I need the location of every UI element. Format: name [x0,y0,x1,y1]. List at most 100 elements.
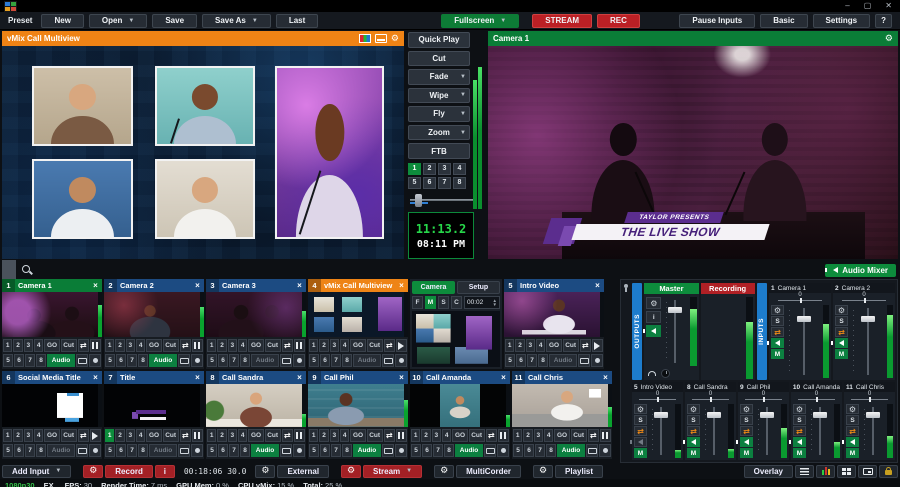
stinger-number-button[interactable]: 6 [423,177,436,189]
overlay-3-button[interactable]: 3 [228,339,237,352]
stinger-number-button[interactable]: 7 [438,177,451,189]
input-thumbnail[interactable] [512,384,612,427]
fullscreen-button[interactable]: Fullscreen▼ [441,14,519,28]
input-thumbnail[interactable] [308,292,408,337]
pan-slider[interactable]: 0 [844,392,895,402]
stream-toggle-button[interactable]: STREAM [532,14,592,28]
audio-button[interactable]: Audio [47,354,75,367]
stinger-number-button[interactable]: 1 [408,163,421,175]
overlay-6-button[interactable]: 6 [14,354,24,367]
input-header[interactable]: 10 Call Amanda × [410,371,510,384]
master-assign-button[interactable]: M [793,448,806,458]
audio-button[interactable]: Audio [557,444,585,457]
overlay-1-button[interactable]: 1 [105,339,114,352]
overlay-5-button[interactable]: 5 [105,354,115,367]
overlay-8-button[interactable]: 8 [240,354,250,367]
loop-icon[interactable] [293,354,305,367]
audio-button[interactable]: Audio [149,354,177,367]
input-header[interactable]: 8 Call Sandra × [206,371,306,384]
input-header[interactable]: 5 Intro Video × [504,279,604,292]
overlay-2-button[interactable]: 2 [515,339,524,352]
go-button[interactable]: GO [248,339,263,352]
input-thumbnail[interactable] [308,384,408,427]
record-button[interactable]: Record [105,465,153,478]
play-pause-icon[interactable] [498,429,509,442]
settings-button[interactable]: Settings [813,14,871,28]
go-button[interactable]: GO [554,429,569,442]
audio-mixer-button[interactable]: Audio Mixer [825,264,896,277]
close-input-icon[interactable]: × [591,281,604,290]
overlay-1-button[interactable]: 1 [309,429,318,442]
overlay-7-button[interactable]: 7 [527,354,537,367]
bus-assign-icon[interactable]: ⇄ [634,426,647,436]
cut-button[interactable]: Cut [61,429,77,442]
go-button[interactable]: GO [546,339,561,352]
call-camera-button[interactable]: Camera [412,281,455,294]
mode-m-button[interactable]: M [425,296,436,309]
overlay-2-button[interactable]: 2 [115,429,124,442]
overlay-6-button[interactable]: 6 [516,354,526,367]
zoom-button[interactable]: Zoom▼ [408,125,470,141]
pan-slider[interactable]: 0 [791,392,842,402]
fullscreen-monitor-icon[interactable] [178,444,190,457]
search-icon[interactable] [21,264,33,276]
cut-button[interactable]: Cut [367,339,383,352]
fullscreen-monitor-icon[interactable] [578,354,590,367]
channel-fader[interactable] [850,305,885,378]
input-header[interactable]: 6 Social Media Title × [2,371,102,384]
overlay-5-button[interactable]: 5 [309,354,319,367]
overlay-5-button[interactable]: 5 [411,444,421,457]
wipe-button[interactable]: Wipe▼ [408,88,470,104]
bus-assign-icon[interactable]: ⇄ [687,426,700,436]
overlay-2-button[interactable]: 2 [13,429,22,442]
cut-button[interactable]: Cut [408,51,470,67]
transition-arrows-icon[interactable]: ⇄ [282,339,293,352]
master-assign-button[interactable]: M [846,448,859,458]
mode-s-button[interactable]: S [438,296,449,309]
external-button[interactable]: External [277,465,329,478]
loop-icon[interactable] [591,354,603,367]
overlay-1-button[interactable]: 1 [207,339,216,352]
audio-button[interactable]: Audio [455,444,483,457]
overlay-8-button[interactable]: 8 [342,354,352,367]
overlay-5-button[interactable]: 5 [207,444,217,457]
call-setup-button[interactable]: Setup [457,281,500,294]
speaker-mute-button[interactable] [687,437,700,447]
chevron-down-icon[interactable]: ▼ [460,74,466,80]
close-input-icon[interactable]: × [497,373,510,382]
overlay-2-button[interactable]: 2 [421,429,430,442]
outputs-tab[interactable]: OUTPUTS [632,283,642,380]
save-button[interactable]: Save [152,14,197,28]
audio-button[interactable]: Audio [251,354,279,367]
cut-button[interactable]: Cut [571,429,587,442]
overlay-3-button[interactable]: 3 [126,339,135,352]
close-input-icon[interactable]: × [191,373,204,382]
channel-settings-button[interactable]: ⚙ [835,305,848,315]
solo-button[interactable]: S [634,415,647,425]
overlay-6-button[interactable]: 6 [422,444,432,457]
master-assign-button[interactable]: M [740,448,753,458]
channel-settings-button[interactable]: ⚙ [793,404,806,414]
overlay-8-button[interactable]: 8 [342,444,352,457]
ftb-button[interactable]: FTB [408,143,470,159]
overlay-6-button[interactable]: 6 [524,444,534,457]
fader-handle[interactable] [760,412,774,418]
overlay-3-button[interactable]: 3 [24,339,33,352]
duration-spinner[interactable]: 00:02▲▼ [464,296,500,309]
program-header[interactable]: Camera 1 ⚙ [488,31,898,46]
overlay-1-button[interactable]: 1 [411,429,420,442]
fader-handle[interactable] [668,307,682,313]
pan-slider[interactable]: 0 [685,392,736,402]
master-assign-button[interactable]: M [835,349,848,359]
chevron-down-icon[interactable]: ▼ [55,468,61,474]
pan-slider[interactable]: 0 [738,392,789,402]
cut-button[interactable]: Cut [265,429,281,442]
input-thumbnail[interactable] [206,384,306,427]
fade-button[interactable]: Fade▼ [408,69,470,85]
go-button[interactable]: GO [146,339,161,352]
master-fader[interactable] [663,297,687,366]
channel-fader[interactable] [786,305,821,378]
record-settings-icon[interactable]: ⚙ [83,465,103,478]
overlay-1-button[interactable]: 1 [309,339,318,352]
chevron-down-icon[interactable]: ▼ [128,18,134,24]
